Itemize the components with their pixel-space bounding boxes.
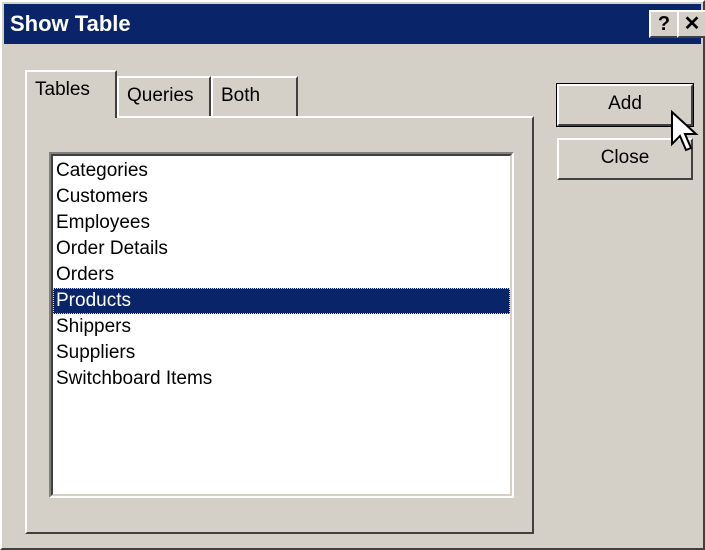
list-item-products[interactable]: Products: [53, 288, 510, 314]
close-window-button[interactable]: ✕: [677, 10, 705, 38]
title-bar[interactable]: Show Table ? ✕: [4, 4, 705, 44]
list-item-customers[interactable]: Customers: [53, 184, 510, 210]
table-listbox[interactable]: Categories Customers Employees Order Det…: [49, 152, 514, 498]
show-table-dialog: Show Table ? ✕ Tables Queries Both Categ…: [0, 0, 705, 550]
tab-queries[interactable]: Queries: [117, 76, 211, 118]
list-item-switchboard-items[interactable]: Switchboard Items: [53, 366, 510, 392]
arrow-pointer-icon: [671, 110, 699, 152]
list-item-order-details[interactable]: Order Details: [53, 236, 510, 262]
listbox-content: Categories Customers Employees Order Det…: [51, 154, 512, 496]
tab-panel: Categories Customers Employees Order Det…: [25, 116, 534, 534]
list-item-shippers[interactable]: Shippers: [53, 314, 510, 340]
help-button[interactable]: ?: [649, 10, 679, 38]
tab-tables[interactable]: Tables: [25, 70, 117, 118]
list-item-categories[interactable]: Categories: [53, 158, 510, 184]
tab-both[interactable]: Both: [211, 76, 298, 118]
window-title: Show Table: [10, 11, 131, 36]
list-item-employees[interactable]: Employees: [53, 210, 510, 236]
list-item-suppliers[interactable]: Suppliers: [53, 340, 510, 366]
list-item-orders[interactable]: Orders: [53, 262, 510, 288]
